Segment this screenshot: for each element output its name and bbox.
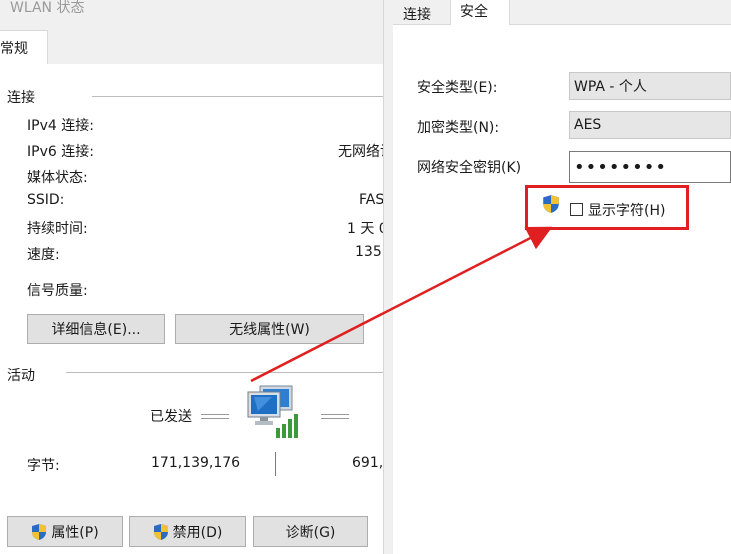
annotation-arrow [250, 226, 553, 383]
